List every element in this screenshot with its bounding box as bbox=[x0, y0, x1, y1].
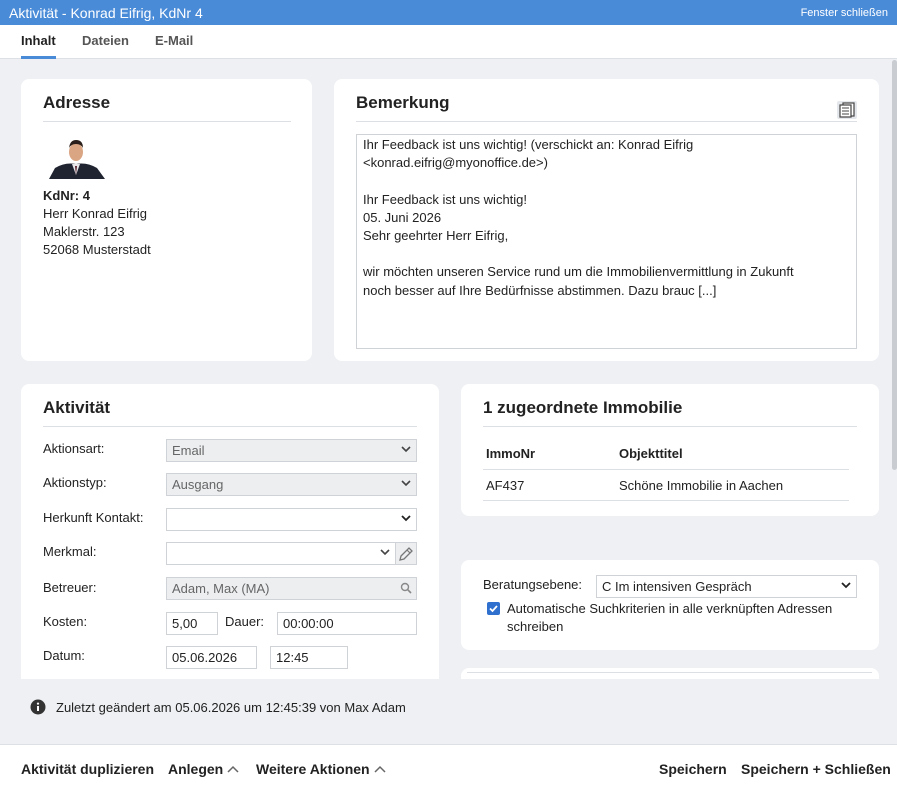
divider bbox=[43, 426, 417, 427]
window-title: Aktivität - Konrad Eifrig, KdNr 4 bbox=[9, 4, 203, 21]
table-row[interactable]: AF437 Schöne Immobilie in Aachen bbox=[483, 470, 849, 500]
check-icon bbox=[489, 605, 498, 613]
tab-bar: Inhalt Dateien E-Mail bbox=[0, 25, 897, 59]
divider bbox=[467, 672, 872, 673]
pencil-icon bbox=[399, 547, 413, 561]
aktionstyp-select[interactable]: Ausgang bbox=[166, 473, 417, 496]
auto-search-label-line1: Automatische Suchkriterien in alle verkn… bbox=[507, 601, 833, 616]
betreuer-field[interactable]: Adam, Max (MA) bbox=[166, 577, 417, 600]
next-card-partial bbox=[461, 668, 879, 679]
address-card: Adresse KdNr: 4 Herr Konrad Eifrig Makle… bbox=[21, 79, 312, 361]
more-actions-button[interactable]: Weitere Aktionen bbox=[256, 761, 386, 777]
merkmal-label: Merkmal: bbox=[43, 544, 97, 559]
auto-search-label-line2: schreiben bbox=[507, 619, 564, 634]
chevron-down-icon bbox=[841, 582, 851, 589]
divider bbox=[483, 426, 857, 427]
property-card: 1 zugeordnete Immobilie ImmoNr Objekttit… bbox=[461, 384, 879, 516]
chevron-down-icon bbox=[401, 515, 411, 522]
objekttitel-cell: Schöne Immobilie in Aachen bbox=[619, 478, 784, 493]
create-menu-button[interactable]: Anlegen bbox=[168, 761, 239, 777]
herkunft-label: Herkunft Kontakt: bbox=[43, 510, 144, 525]
aktionstyp-label: Aktionstyp: bbox=[43, 475, 107, 490]
dauer-label: Dauer: bbox=[225, 614, 265, 629]
contact-photo bbox=[45, 135, 107, 179]
betreuer-value: Adam, Max (MA) bbox=[172, 581, 270, 596]
remark-line bbox=[363, 245, 850, 263]
activity-card: Aktivität Aktionsart: Email Aktionstyp: … bbox=[21, 384, 439, 679]
remark-line: Sehr geehrter Herr Eifrig, bbox=[363, 228, 509, 243]
betreuer-label: Betreuer: bbox=[43, 580, 97, 595]
contact-street: Maklerstr. 123 bbox=[43, 224, 125, 239]
auto-search-checkbox[interactable] bbox=[487, 602, 500, 615]
beratungsebene-label: Beratungsebene: bbox=[483, 577, 583, 592]
divider bbox=[43, 121, 291, 122]
save-label: Speichern bbox=[659, 761, 727, 777]
zeit-input[interactable]: 12:45 bbox=[270, 646, 348, 669]
search-icon bbox=[400, 582, 412, 594]
aktionsart-select[interactable]: Email bbox=[166, 439, 417, 462]
tab-dateien[interactable]: Dateien bbox=[82, 33, 129, 56]
remark-heading: Bemerkung bbox=[356, 93, 450, 112]
window-titlebar: Aktivität - Konrad Eifrig, KdNr 4 Fenste… bbox=[0, 0, 897, 25]
chevron-down-icon bbox=[401, 480, 411, 487]
chevron-down-icon bbox=[380, 549, 390, 556]
aktionsart-value: Email bbox=[172, 443, 205, 458]
customer-number: KdNr: 4 bbox=[43, 188, 90, 203]
create-menu-label: Anlegen bbox=[168, 761, 224, 777]
dauer-input[interactable]: 00:00:00 bbox=[277, 612, 417, 635]
save-button[interactable]: Speichern bbox=[659, 761, 727, 777]
save-close-label: Speichern + Schließen bbox=[741, 761, 891, 777]
beratungsebene-select[interactable]: C Im intensiven Gespräch bbox=[596, 575, 857, 598]
edit-merkmal-button[interactable] bbox=[395, 542, 417, 565]
remark-line: Ihr Feedback ist uns wichtig! (verschick… bbox=[363, 137, 694, 152]
remark-line: <konrad.eifrig@myonoffice.de>) bbox=[363, 155, 548, 171]
chevron-up-icon bbox=[227, 765, 239, 773]
scrollbar[interactable] bbox=[892, 60, 897, 470]
column-header-objekttitel[interactable]: Objekttitel bbox=[619, 446, 683, 461]
property-heading: 1 zugeordnete Immobilie bbox=[483, 398, 683, 417]
close-window-link[interactable]: Fenster schließen bbox=[801, 7, 888, 19]
duplicate-activity-button[interactable]: Aktivität duplizieren bbox=[21, 761, 154, 777]
merkmal-select[interactable] bbox=[166, 542, 396, 565]
tab-inhalt[interactable]: Inhalt bbox=[21, 33, 56, 59]
remark-textarea[interactable]: Ihr Feedback ist uns wichtig! (verschick… bbox=[356, 134, 857, 349]
divider bbox=[483, 500, 849, 501]
immonr-cell: AF437 bbox=[486, 478, 525, 493]
info-icon bbox=[30, 699, 46, 715]
chevron-down-icon bbox=[401, 446, 411, 453]
beratungsebene-value: C Im intensiven Gespräch bbox=[602, 579, 752, 594]
remark-line bbox=[363, 172, 850, 190]
kosten-label: Kosten: bbox=[43, 614, 88, 629]
address-heading: Adresse bbox=[43, 93, 111, 112]
remark-line: wir möchten unseren Service rund um die … bbox=[363, 264, 794, 280]
tab-email[interactable]: E-Mail bbox=[155, 33, 193, 56]
remark-line: Ihr Feedback ist uns wichtig! bbox=[363, 191, 528, 207]
herkunft-select[interactable] bbox=[166, 508, 417, 531]
datum-input[interactable]: 05.06.2026 bbox=[166, 646, 257, 669]
remark-line: noch besser auf Ihre Bedürfnisse abstimm… bbox=[363, 282, 717, 298]
remark-card: Bemerkung Ihr Feedback ist uns wichtig! … bbox=[334, 79, 879, 361]
activity-heading: Aktivität bbox=[43, 398, 111, 417]
remark-line: 05. Juni 2026 bbox=[363, 209, 442, 225]
contact-city: 52068 Musterstadt bbox=[43, 242, 151, 257]
divider bbox=[356, 121, 857, 122]
aktionsart-label: Aktionsart: bbox=[43, 441, 105, 456]
notes-icon[interactable] bbox=[837, 101, 857, 119]
footer-toolbar: Aktivität duplizieren Anlegen Weitere Ak… bbox=[0, 744, 897, 788]
last-changed-text: Zuletzt geändert am 05.06.2026 um 12:45:… bbox=[56, 699, 406, 715]
aktionstyp-value: Ausgang bbox=[172, 477, 224, 492]
last-changed-status: Zuletzt geändert am 05.06.2026 um 12:45:… bbox=[30, 699, 406, 715]
duplicate-activity-label: Aktivität duplizieren bbox=[21, 761, 155, 777]
kosten-input[interactable]: 5,00 bbox=[166, 612, 218, 635]
datum-label: Datum: bbox=[43, 648, 85, 663]
chevron-up-icon bbox=[374, 765, 386, 773]
advice-card: Beratungsebene: C Im intensiven Gespräch… bbox=[461, 560, 879, 650]
save-close-button[interactable]: Speichern + Schließen bbox=[741, 761, 891, 777]
column-header-immonr[interactable]: ImmoNr bbox=[486, 446, 535, 461]
more-actions-label: Weitere Aktionen bbox=[256, 761, 370, 777]
contact-name: Herr Konrad Eifrig bbox=[43, 206, 148, 221]
